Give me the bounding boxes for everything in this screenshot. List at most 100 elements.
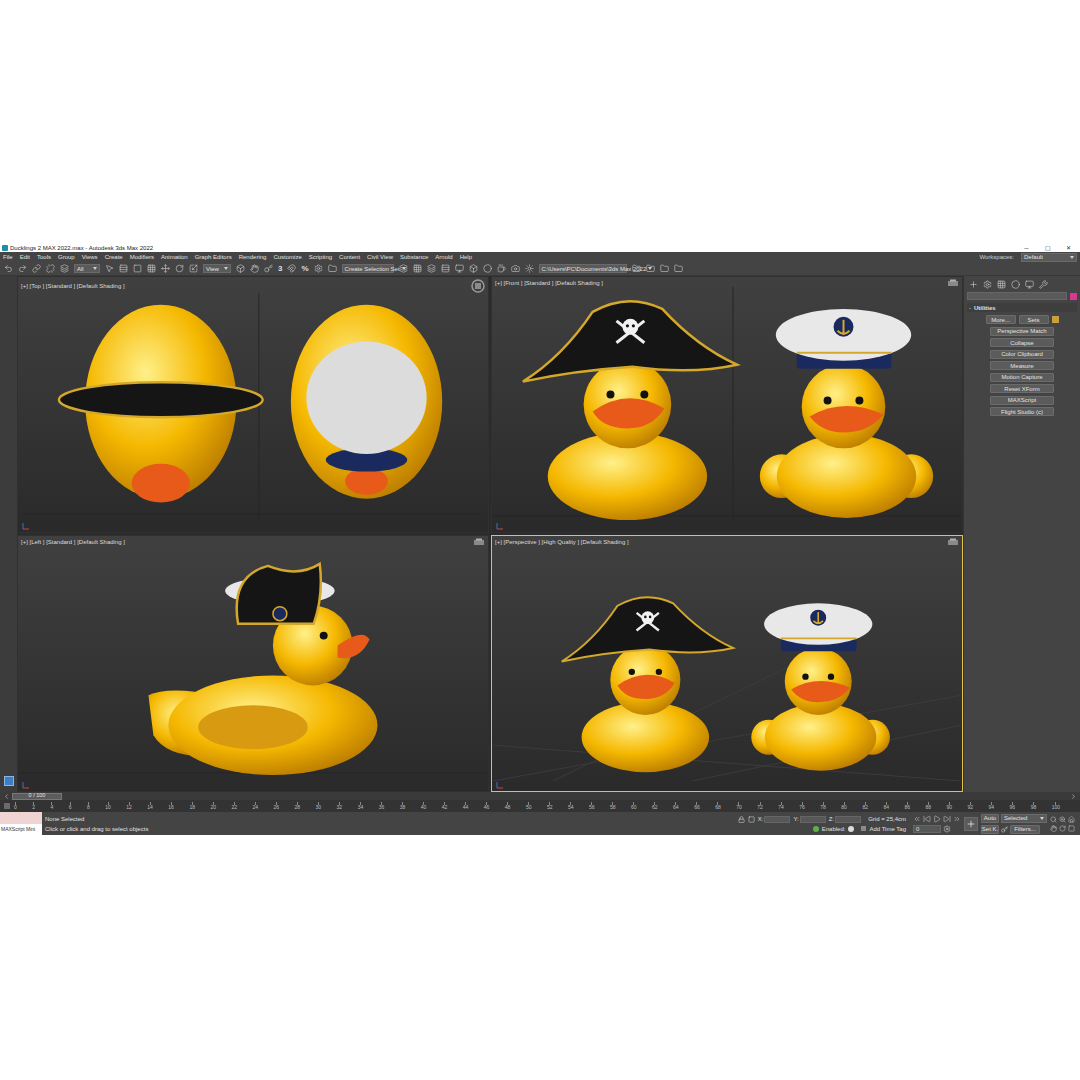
window-crossing-icon[interactable] bbox=[147, 264, 156, 273]
key-filter-dropdown[interactable]: Selected bbox=[1001, 814, 1047, 823]
enabled-toggle[interactable] bbox=[848, 826, 854, 832]
next-key-icon[interactable] bbox=[943, 815, 951, 823]
maxscript-listener[interactable]: MAXScript Mini bbox=[0, 812, 42, 835]
viewport[interactable]: [+] [Front ] [Standard ] [Default Shadin… bbox=[491, 276, 963, 533]
unlink-icon[interactable] bbox=[46, 264, 55, 273]
menu-item[interactable]: Create bbox=[105, 254, 123, 260]
utility-button[interactable]: Measure bbox=[990, 361, 1054, 370]
modify-tab-icon[interactable] bbox=[983, 280, 992, 289]
hierarchy-tab-icon[interactable] bbox=[997, 280, 1006, 289]
object-color-swatch[interactable] bbox=[1070, 293, 1077, 300]
viewport-layout-icon[interactable] bbox=[4, 776, 14, 786]
schematic-view-icon[interactable] bbox=[469, 264, 478, 273]
utility-button[interactable]: Color Clipboard bbox=[990, 350, 1054, 359]
utility-button[interactable]: Motion Capture bbox=[990, 373, 1054, 382]
menu-item[interactable]: Customize bbox=[273, 254, 301, 260]
rect-region-icon[interactable] bbox=[133, 264, 142, 273]
maximize-viewport-icon[interactable] bbox=[1068, 825, 1075, 832]
prev-frame-icon[interactable] bbox=[3, 793, 10, 800]
pan-icon[interactable] bbox=[1050, 825, 1057, 832]
window-control[interactable]: ─ bbox=[1017, 245, 1036, 251]
menu-item[interactable]: Modifiers bbox=[130, 254, 154, 260]
utilities-tab-icon[interactable] bbox=[1039, 280, 1048, 289]
utility-button[interactable]: Flight Studio (c) bbox=[990, 407, 1054, 416]
orbit-icon[interactable] bbox=[1059, 825, 1066, 832]
create-tab-icon[interactable] bbox=[969, 280, 978, 289]
viewport[interactable]: [+] [Left ] [Standard ] [Default Shading… bbox=[17, 535, 489, 792]
utility-button[interactable]: Reset XForm bbox=[990, 384, 1054, 393]
go-to-end-icon[interactable] bbox=[953, 815, 961, 823]
rollout-header[interactable]: -Utilities bbox=[967, 303, 1077, 312]
align-icon[interactable] bbox=[413, 264, 422, 273]
menu-item[interactable]: Group bbox=[58, 254, 75, 260]
configure-sets-icon[interactable] bbox=[1052, 316, 1059, 323]
time-slider-thumb[interactable]: 0 / 100 bbox=[12, 793, 62, 800]
set-key-big-icon[interactable] bbox=[964, 817, 978, 831]
viewcube-home-icon[interactable] bbox=[473, 538, 485, 546]
viewport-label[interactable]: [+] [Perspective ] [High Quality ] [Defa… bbox=[495, 539, 629, 545]
new-project-icon[interactable] bbox=[660, 264, 669, 273]
menu-item[interactable]: Tools bbox=[37, 254, 51, 260]
zoom-all-icon[interactable] bbox=[1059, 816, 1066, 823]
viewcube-home-icon[interactable] bbox=[947, 538, 959, 546]
layer-explorer-icon[interactable] bbox=[427, 264, 436, 273]
track-bar[interactable]: 0246810121416182022242628303234363840424… bbox=[0, 800, 1080, 812]
selection-filter-dropdown[interactable]: All bbox=[74, 264, 100, 273]
angle-snap-icon[interactable] bbox=[287, 264, 296, 273]
menu-item[interactable]: Views bbox=[82, 254, 98, 260]
select-by-name-icon[interactable] bbox=[119, 264, 128, 273]
utility-button[interactable]: Perspective Match bbox=[990, 327, 1054, 336]
motion-tab-icon[interactable] bbox=[1011, 280, 1020, 289]
adaptive-degradation-icon[interactable] bbox=[813, 826, 819, 832]
play-icon[interactable] bbox=[933, 815, 941, 823]
selection-set-dropdown[interactable]: Create Selection Set bbox=[342, 264, 394, 273]
manipulate-icon[interactable] bbox=[250, 264, 259, 273]
keyboard-shortcut-icon[interactable] bbox=[264, 264, 273, 273]
menu-item[interactable]: Scripting bbox=[309, 254, 332, 260]
ribbon-icon[interactable] bbox=[441, 264, 450, 273]
next-frame-icon[interactable] bbox=[1070, 793, 1077, 800]
time-slider[interactable]: 0 / 100 bbox=[0, 792, 1080, 800]
set-key-button[interactable]: Set K. bbox=[981, 825, 999, 834]
project-path-dropdown[interactable]: C:\Users\PC\Documents\3ds Max 2022 bbox=[539, 264, 627, 273]
curve-editor-icon[interactable] bbox=[455, 264, 464, 273]
rendered-frame-icon[interactable] bbox=[511, 264, 520, 273]
menu-item[interactable]: Graph Editors bbox=[195, 254, 232, 260]
spinner-snap-icon[interactable] bbox=[314, 264, 323, 273]
menu-item[interactable]: Animation bbox=[161, 254, 188, 260]
menu-item[interactable]: Rendering bbox=[239, 254, 267, 260]
open-folder-icon[interactable] bbox=[646, 264, 655, 273]
previous-frame-icon[interactable] bbox=[923, 815, 931, 823]
render-setup-icon[interactable] bbox=[497, 264, 506, 273]
mirror-icon[interactable] bbox=[399, 264, 408, 273]
coord-field[interactable] bbox=[764, 816, 790, 823]
edit-named-sets-icon[interactable] bbox=[328, 264, 337, 273]
snap-toggle[interactable]: 3 bbox=[278, 265, 282, 273]
redo-icon[interactable] bbox=[18, 264, 27, 273]
menu-item[interactable]: Edit bbox=[20, 254, 30, 260]
name-field[interactable] bbox=[967, 292, 1067, 300]
absolute-mode-icon[interactable] bbox=[748, 816, 755, 823]
menu-item[interactable]: Content bbox=[339, 254, 360, 260]
utility-button[interactable]: Collapse bbox=[990, 338, 1054, 347]
menu-item[interactable]: Arnold bbox=[435, 254, 452, 260]
viewcube-icon[interactable] bbox=[471, 279, 485, 293]
add-time-tag[interactable]: Add Time Tag bbox=[869, 826, 906, 832]
render-icon[interactable] bbox=[525, 264, 534, 273]
auto-key-button[interactable]: Auto bbox=[981, 814, 999, 823]
viewcube-home-icon[interactable] bbox=[947, 279, 959, 287]
viewport[interactable]: [+] [Top ] [Standard ] [Default Shading … bbox=[17, 276, 489, 533]
menu-item[interactable]: Help bbox=[460, 254, 472, 260]
zoom-icon[interactable] bbox=[1050, 816, 1057, 823]
more-button[interactable]: More... bbox=[986, 315, 1016, 324]
utility-button[interactable]: MAXScript bbox=[990, 396, 1054, 405]
current-frame-field[interactable]: 0 bbox=[913, 825, 941, 833]
window-control[interactable]: ✕ bbox=[1059, 245, 1078, 251]
link-icon[interactable] bbox=[32, 264, 41, 273]
viewport-label[interactable]: [+] [Front ] [Standard ] [Default Shadin… bbox=[495, 280, 603, 286]
key-filters-button[interactable]: Filters... bbox=[1010, 825, 1040, 834]
workspace-dropdown[interactable]: Default bbox=[1021, 253, 1077, 262]
window-control[interactable]: ▢ bbox=[1038, 245, 1057, 251]
material-editor-icon[interactable] bbox=[483, 264, 492, 273]
reference-coord-dropdown[interactable]: View bbox=[203, 264, 231, 273]
